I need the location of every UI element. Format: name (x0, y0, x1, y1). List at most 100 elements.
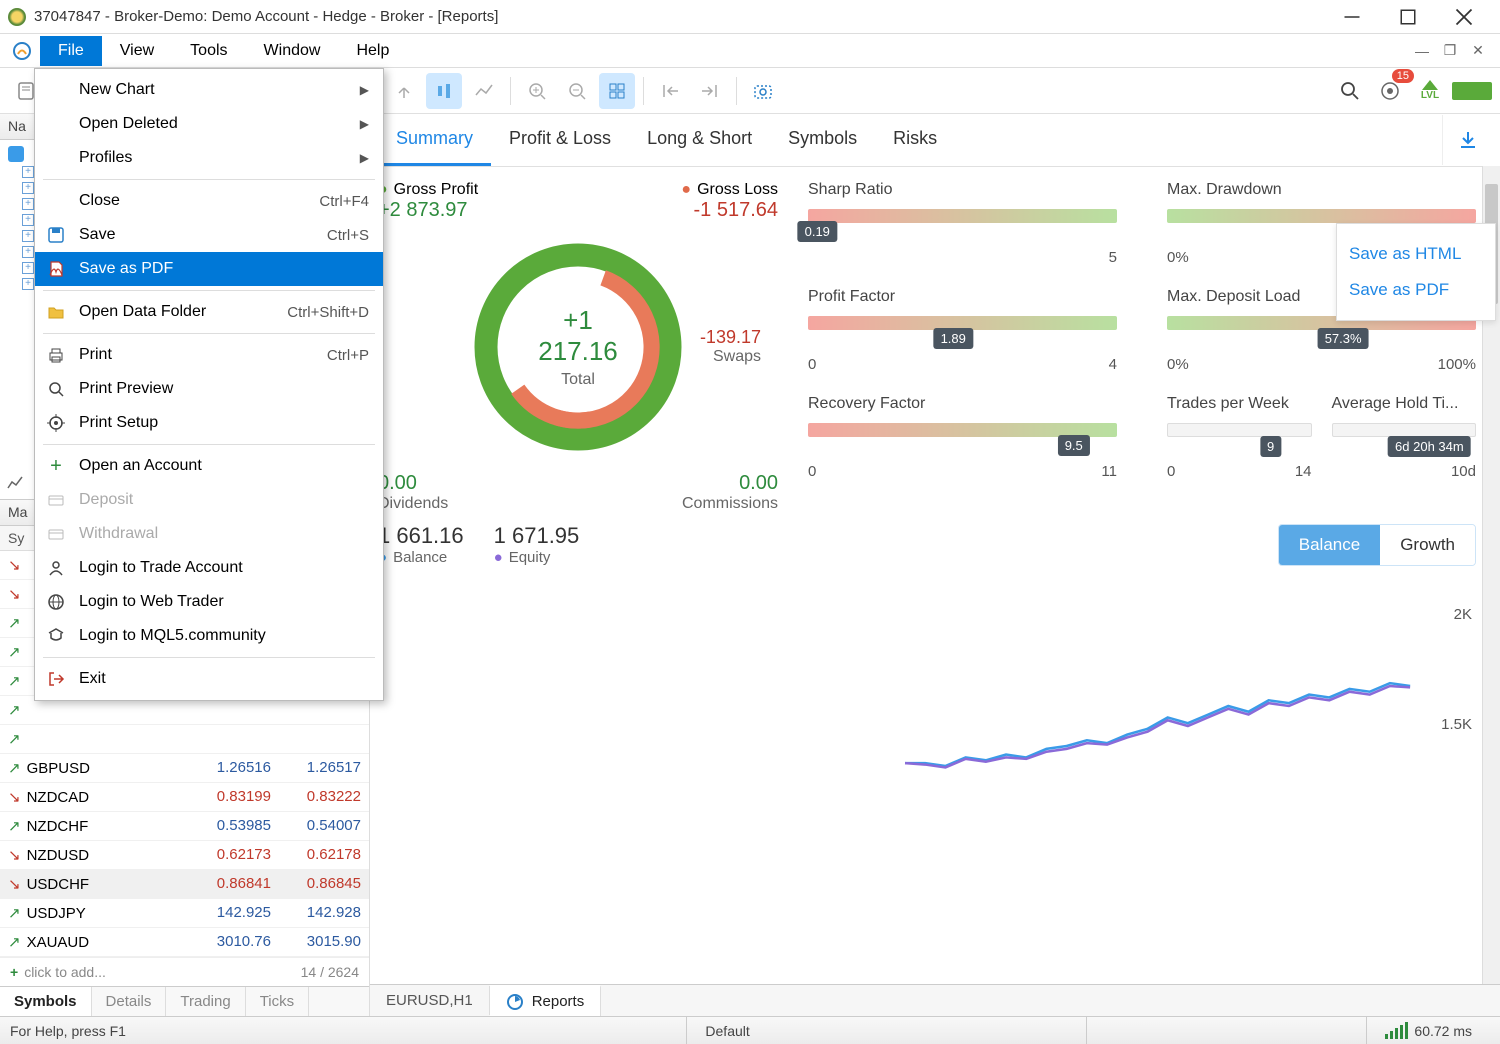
swaps-value: -139.17 (700, 327, 761, 347)
market-watch-row[interactable]: ↗GBPUSD1.265161.26517 (0, 754, 369, 783)
rep-tab-risks[interactable]: Risks (875, 114, 955, 166)
market-watch-row[interactable]: ↗XAUAUD3010.763015.90 (0, 928, 369, 957)
menu-close[interactable]: CloseCtrl+F4 (35, 184, 383, 218)
notification-badge: 15 (1392, 69, 1414, 83)
tb-grid-icon[interactable] (599, 73, 635, 109)
market-watch-row[interactable]: ↘NZDCAD0.831990.83222 (0, 783, 369, 812)
mw-tab-trading[interactable]: Trading (166, 987, 245, 1016)
close-button[interactable] (1436, 0, 1492, 34)
tb-zoom-out-icon[interactable] (559, 73, 595, 109)
save-as-pdf-link[interactable]: Save as PDF (1349, 272, 1483, 308)
menu-print-preview[interactable]: Print Preview (35, 372, 383, 406)
rep-tab-pnl[interactable]: Profit & Loss (491, 114, 629, 166)
menu-withdrawal: Withdrawal (35, 517, 383, 551)
market-watch-row[interactable]: ↗ (0, 725, 369, 754)
tb-scroll-right-icon[interactable] (692, 73, 728, 109)
menu-exit[interactable]: Exit (35, 662, 383, 696)
mw-tab-details[interactable]: Details (92, 987, 167, 1016)
menu-open-data-folder[interactable]: Open Data FolderCtrl+Shift+D (35, 295, 383, 329)
market-watch-row[interactable]: ↘NZDUSD0.621730.62178 (0, 841, 369, 870)
commissions-label: Commissions (682, 495, 778, 512)
dividends-label: Dividends (378, 495, 448, 512)
metric: Profit Factor1.8904 (808, 288, 1117, 373)
bottom-tab-chart[interactable]: EURUSD,H1 (370, 986, 490, 1015)
connection-status-icon[interactable] (1452, 82, 1492, 100)
mw-tab-symbols[interactable]: Symbols (0, 987, 92, 1016)
rep-tab-longshort[interactable]: Long & Short (629, 114, 770, 166)
menu-save-as-pdf[interactable]: Save as PDF (35, 252, 383, 286)
total-label: Total (521, 371, 636, 389)
market-watch-tabs: Symbols Details Trading Ticks (0, 986, 369, 1016)
menu-deposit: Deposit (35, 483, 383, 517)
bottom-tabs: EURUSD,H1 Reports (370, 984, 1500, 1016)
equity-chart: 2K 1.5K (378, 586, 1476, 786)
dividends-value: 0.00 (378, 472, 448, 495)
mdi-close[interactable]: ✕ (1468, 41, 1488, 61)
swaps-label: Swaps (700, 348, 761, 366)
equity-value: 1 671.95 (494, 523, 580, 549)
status-help: For Help, press F1 (10, 1017, 686, 1044)
file-menu-dropdown: New Chart▶ Open Deleted▶ Profiles▶ Close… (34, 68, 384, 701)
tb-search-icon[interactable] (1332, 73, 1368, 109)
status-ping: 60.72 ms (1366, 1017, 1490, 1044)
metric: Trades per Week 9 014 Average Hold Ti...… (1167, 395, 1476, 480)
tb-line-icon[interactable] (466, 73, 502, 109)
tb-shift-icon[interactable] (386, 73, 422, 109)
symbols-count: 14 / 2624 (301, 964, 359, 980)
window-title: 37047847 - Broker-Demo: Demo Account - H… (34, 8, 1324, 25)
minimize-button[interactable] (1324, 0, 1380, 34)
menu-open-deleted[interactable]: Open Deleted▶ (35, 107, 383, 141)
tb-zoom-in-icon[interactable] (519, 73, 555, 109)
rep-tab-symbols[interactable]: Symbols (770, 114, 875, 166)
menubar: File View Tools Window Help — ❐ ✕ (0, 34, 1500, 68)
menu-window[interactable]: Window (246, 36, 339, 66)
tb-notifications-icon[interactable]: 15 (1372, 73, 1408, 109)
y-tick-1-5k: 1.5K (1441, 716, 1472, 733)
status-profile: Default (686, 1017, 1086, 1044)
commissions-value: 0.00 (682, 472, 778, 495)
menu-tools[interactable]: Tools (172, 36, 245, 66)
y-tick-2k: 2K (1454, 606, 1472, 623)
menu-profiles[interactable]: Profiles▶ (35, 141, 383, 175)
tb-screenshot-icon[interactable] (745, 73, 781, 109)
titlebar: 37047847 - Broker-Demo: Demo Account - H… (0, 0, 1500, 34)
menu-view[interactable]: View (102, 36, 172, 66)
statusbar: For Help, press F1 Default 60.72 ms (0, 1016, 1500, 1044)
app-menu-icon[interactable] (10, 39, 34, 63)
maximize-button[interactable] (1380, 0, 1436, 34)
gross-loss-value: -1 517.64 (681, 199, 778, 222)
menu-print[interactable]: PrintCtrl+P (35, 338, 383, 372)
menu-help[interactable]: Help (338, 36, 407, 66)
mdi-minimize[interactable]: — (1412, 41, 1432, 61)
toggle-balance[interactable]: Balance (1279, 525, 1380, 565)
download-button[interactable] (1442, 115, 1492, 165)
balance-value: 1 661.16 (378, 523, 464, 549)
menu-login-web[interactable]: Login to Web Trader (35, 585, 383, 619)
bottom-tab-reports[interactable]: Reports (490, 985, 602, 1017)
lvl-label: LVL (1421, 90, 1439, 101)
reports-panel: Summary Profit & Loss Long & Short Symbo… (370, 114, 1500, 984)
menu-login-mql5[interactable]: Login to MQL5.community (35, 619, 383, 653)
market-watch-row[interactable]: ↗USDJPY142.925142.928 (0, 899, 369, 928)
toggle-growth[interactable]: Growth (1380, 525, 1475, 565)
balance-legend: Balance (378, 549, 464, 566)
menu-login-trade[interactable]: Login to Trade Account (35, 551, 383, 585)
market-watch-add[interactable]: +click to add... 14 / 2624 (0, 957, 369, 986)
menu-file[interactable]: File (40, 36, 102, 66)
tb-scroll-left-icon[interactable] (652, 73, 688, 109)
total-value: +1 217.16 (521, 305, 636, 367)
save-popup: Save as HTML Save as PDF (1336, 223, 1496, 321)
market-watch-row[interactable]: ↗NZDCHF0.539850.54007 (0, 812, 369, 841)
save-as-html-link[interactable]: Save as HTML (1349, 236, 1483, 272)
gross-profit-label: Gross Profit (378, 181, 478, 199)
tb-level-icon[interactable]: LVL (1412, 73, 1448, 109)
menu-print-setup[interactable]: Print Setup (35, 406, 383, 440)
menu-new-chart[interactable]: New Chart▶ (35, 73, 383, 107)
mdi-restore[interactable]: ❐ (1440, 41, 1460, 61)
menu-save[interactable]: SaveCtrl+S (35, 218, 383, 252)
rep-tab-summary[interactable]: Summary (378, 114, 491, 166)
mw-tab-ticks[interactable]: Ticks (246, 987, 309, 1016)
menu-open-account[interactable]: +Open an Account (35, 449, 383, 483)
tb-candles-icon[interactable] (426, 73, 462, 109)
market-watch-row[interactable]: ↘USDCHF0.868410.86845 (0, 870, 369, 899)
